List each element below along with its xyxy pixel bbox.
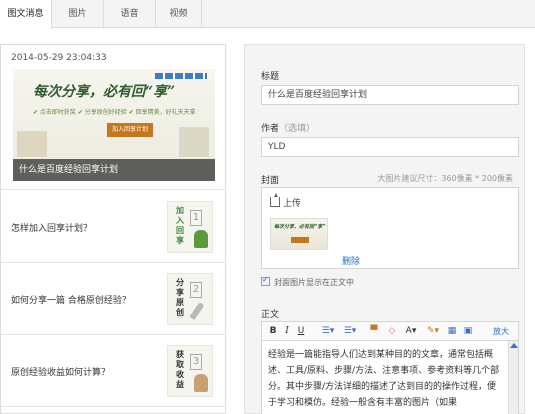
body-label: 正文 [261, 310, 280, 320]
cover-date: 2014-05-29 23:04:33 [11, 53, 107, 63]
plant-illustration [179, 127, 209, 157]
upload-button[interactable]: 上传 [270, 193, 302, 209]
tab-voice[interactable]: 语音 [104, 0, 156, 28]
author-label: 作者（选填） [261, 121, 315, 134]
cover-preview: 每次分享，必有回“享” [270, 218, 328, 250]
list-item-partial[interactable] [1, 407, 225, 414]
thumb-number: 3 [190, 354, 202, 370]
bold-button[interactable]: B [268, 325, 278, 338]
cover-in-body-option[interactable]: 封面图片显示在正文中 [261, 275, 354, 288]
thumb-text: 分享原创 [176, 278, 184, 317]
author-label-text: 作者 [261, 124, 280, 134]
author-input[interactable]: YLD [261, 137, 519, 157]
font-color-button[interactable]: A▾ [402, 325, 420, 338]
cover-preview-text: 每次分享，必有回“享” [274, 224, 326, 230]
money-bag-icon [194, 374, 208, 392]
pen-icon [189, 301, 205, 321]
highlight-button[interactable]: ✎▾ [424, 325, 442, 338]
list-item-title: 如何分享一篇 合格原创经验？ [11, 296, 131, 306]
cover-size-hint: 大图片建议尺寸：360像素 * 200像素 [377, 174, 513, 183]
cover-preview-button [291, 237, 309, 243]
cover-label-row: 封面 大图片建议尺寸：360像素 * 200像素 [261, 173, 519, 186]
list-item-thumbnail: 获取收益 3 [167, 345, 213, 397]
thumb-number: 1 [190, 210, 202, 226]
banner-headline: 每次分享，必有回“享” [33, 84, 176, 100]
delete-cover-link[interactable]: 删除 [342, 254, 360, 267]
thumb-text: 获取收益 [176, 350, 184, 389]
upload-icon [270, 193, 280, 207]
cover-label: 封面 [261, 176, 280, 186]
tab-video[interactable]: 视频 [156, 0, 202, 28]
list-item-title: 原创经验收益如何计算？ [11, 368, 111, 378]
cover-article[interactable]: 2014-05-29 23:04:33 每次分享，必有回“享” ✔ 点击即时获奖… [1, 45, 225, 190]
table-icon[interactable]: ▦ [446, 325, 458, 338]
scroll-up-arrow-icon[interactable] [510, 343, 518, 348]
bookshelf-illustration [17, 131, 47, 157]
article-list: 2014-05-29 23:04:33 每次分享，必有回“享” ✔ 点击即时获奖… [0, 44, 226, 414]
title-input[interactable]: 什么是百度经验回享计划 [261, 85, 519, 105]
banner-subline: ✔ 点击即时获奖 ✔ 分享原创好经验 ✔ 回享精美，好礼天天拿 [33, 109, 196, 116]
tab-bar: 图文消息 图片 语音 视频 [0, 0, 535, 29]
cover-upload-box: 上传 每次分享，必有回“享” 删除 [261, 187, 519, 269]
edit-panel: 标题 什么是百度经验回享计划 作者（选填） YLD 封面 大图片建议尺寸：360… [244, 44, 525, 414]
eraser-icon[interactable]: ◇ [386, 325, 398, 338]
underline-button[interactable]: U [296, 325, 306, 338]
thumb-text: 加入回享 [176, 206, 184, 245]
list-item[interactable]: 如何分享一篇 合格原创经验？ 分享原创 2 [1, 263, 225, 335]
list-item-title: 怎样加入回享计划？ [11, 224, 93, 234]
cover-in-body-label: 封面图片显示在正文中 [274, 278, 354, 287]
unordered-list-button[interactable]: ☰▾ [340, 325, 360, 338]
plant-icon [194, 230, 208, 248]
banner-join-button: 加入回享计划 [107, 123, 153, 137]
cover-title: 什么是百度经验回享计划 [13, 159, 215, 181]
upload-label: 上传 [283, 199, 302, 209]
editor-scrollbar[interactable] [508, 341, 518, 414]
list-item-thumbnail: 分享原创 2 [167, 273, 213, 325]
cover-in-body-checkbox[interactable] [261, 275, 270, 286]
enlarge-button[interactable]: 放大 [488, 325, 514, 338]
editor-toolbar: B I U ☰▾ ☰▾ ▀ ◇ A▾ ✎▾ ▦ ▣ 放大 [261, 321, 519, 341]
author-optional-hint: （选填） [279, 124, 316, 134]
body-editor[interactable]: 经验是一篇能指导人们达到某种目的的文章，通常包括概述、工具/原料、步骤/方法、注… [261, 341, 519, 414]
list-item[interactable]: 原创经验收益如何计算？ 获取收益 3 [1, 335, 225, 407]
thumb-number: 2 [190, 282, 202, 298]
list-item[interactable]: 怎样加入回享计划？ 加入回享 1 [1, 191, 225, 263]
ordered-list-button[interactable]: ☰▾ [318, 325, 338, 338]
list-item-thumbnail: 加入回享 1 [167, 201, 213, 253]
image-insert-icon[interactable]: ▀ [368, 325, 380, 338]
body-text: 经验是一篇能指导人们达到某种目的的文章，通常包括概述、工具/原料、步骤/方法、注… [268, 350, 500, 408]
share-icons [155, 73, 207, 79]
italic-button[interactable]: I [282, 325, 292, 338]
title-label: 标题 [261, 72, 280, 82]
tab-image[interactable]: 图片 [52, 0, 104, 28]
cover-image[interactable]: 每次分享，必有回“享” ✔ 点击即时获奖 ✔ 分享原创好经验 ✔ 回享精美，好礼… [13, 69, 215, 181]
tab-news[interactable]: 图文消息 [0, 0, 52, 29]
media-icon[interactable]: ▣ [462, 325, 474, 338]
